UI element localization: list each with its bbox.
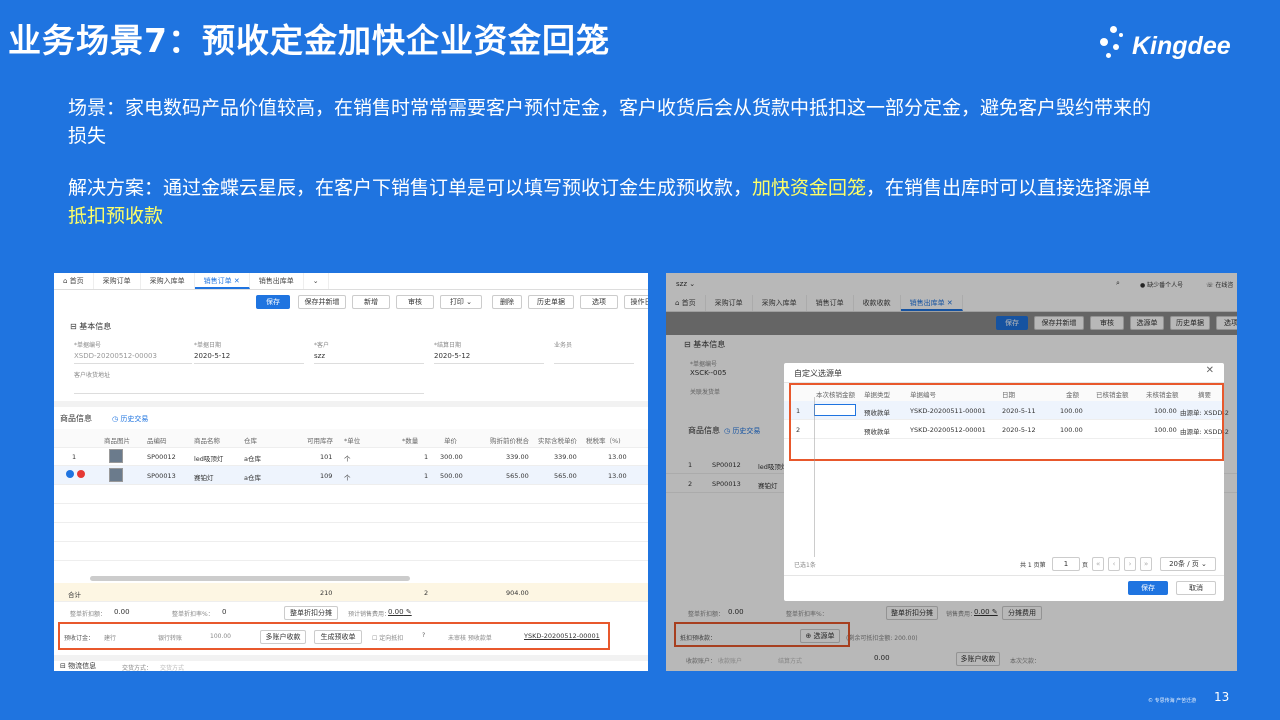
address-label: 客户收货地址 — [74, 372, 111, 379]
delete-row-icon[interactable] — [77, 470, 85, 478]
scenario-text: 场景：家电数码产品价值较高，在销售时常常需要客户预付定金，客户收货后会从货款中抵… — [68, 97, 1152, 147]
log-button[interactable]: 操作日 — [624, 295, 648, 309]
toolbar: 保存 保存并新增 新增 审核 打印 ⌄ 删除 历史单据 选项 操作日 — [54, 295, 648, 311]
history-button[interactable]: 历史单据 — [528, 295, 574, 309]
page-number: 13 — [1214, 690, 1230, 704]
first-page-icon[interactable]: « — [1092, 557, 1104, 571]
table-row[interactable]: SP00013 赛铂灯 a仓库 109 个 1 500.00 565.00 56… — [54, 466, 648, 485]
sales-order-screenshot: ⌂ 首页 采购订单 采购入库单 销售订单 ✕ 销售出库单 ⌄ 保存 保存并新增 … — [54, 273, 648, 671]
pager-label: 共 1 页第 — [1020, 562, 1046, 569]
last-page-icon[interactable]: » — [1140, 557, 1152, 571]
history-trade-link[interactable]: ◷ 历史交易 — [112, 414, 148, 424]
source-rows-callout — [789, 383, 1224, 461]
bill-no-value: XSDD-20200512-00003 — [74, 352, 157, 360]
discount-rate-label: 整单折扣率%： — [172, 611, 214, 618]
dialog-cancel-button[interactable]: 取消 — [1176, 581, 1216, 595]
history-icon: ◷ — [112, 415, 119, 423]
deposit-callout — [58, 622, 610, 650]
new-button[interactable]: 新增 — [352, 295, 390, 309]
page-suffix: 页 — [1082, 562, 1089, 569]
settle-date-input[interactable]: 2020-5-12 — [434, 352, 470, 360]
goods-table-header: 商品图片 品编码 商品名称 仓库 可用库存 *单位 *数量 单价 购折前价税合 … — [54, 429, 648, 448]
ship-label: 交货方式： — [122, 665, 153, 671]
chevron-down-icon[interactable]: ⌄ — [304, 273, 329, 289]
discount-label: 整单折扣额： — [70, 611, 107, 618]
customer-input[interactable]: szz — [314, 352, 325, 360]
salesman-label: 业务员 — [554, 342, 573, 349]
goods-info-title: 商品信息 — [60, 414, 92, 423]
discount-split-button[interactable]: 整单折扣分摊 — [284, 606, 338, 620]
bill-date-input[interactable]: 2020-5-12 — [194, 352, 230, 360]
prev-page-icon[interactable]: ‹ — [1108, 557, 1120, 571]
horizontal-scrollbar[interactable] — [90, 576, 410, 581]
ship-input[interactable]: 交货方式 — [160, 663, 184, 671]
tab-sales-outbound[interactable]: 销售出库单 — [250, 273, 304, 289]
customer-label: *客户 — [314, 342, 330, 349]
save-and-new-button[interactable]: 保存并新增 — [298, 295, 346, 309]
highlight-fund-recovery: 加快资金回笼 — [752, 177, 867, 199]
selected-count: 已选1条 — [794, 562, 816, 569]
options-button[interactable]: 选项 — [580, 295, 618, 309]
tab-purchase-order[interactable]: 采购订单 — [94, 273, 141, 289]
next-page-icon[interactable]: › — [1124, 557, 1136, 571]
logo-text: Kingdee — [1132, 32, 1231, 60]
sales-fee-label: 预计销售费用： — [348, 611, 391, 618]
total-row: 合计 210 2 904.00 — [54, 583, 648, 602]
discount-rate-input[interactable]: 0 — [222, 608, 226, 616]
solution-text: 解决方案：通过金蝶云星辰，在客户下销售订单是可以填写预收订金生成预收款，加快资金… — [68, 177, 1152, 227]
dialog-title: 自定义选源单 — [794, 369, 842, 378]
basic-info-title: ⊟ 基本信息 — [70, 322, 112, 331]
save-button[interactable]: 保存 — [256, 295, 290, 309]
highlight-offset-advance: 抵扣预收款 — [68, 205, 164, 227]
tab-sales-order[interactable]: 销售订单 ✕ — [194, 273, 250, 289]
bill-no-label: *单据编号 — [74, 342, 102, 349]
add-row-icon[interactable] — [66, 470, 74, 478]
product-image — [109, 468, 123, 482]
tab-bar: ⌂ 首页 采购订单 采购入库单 销售订单 ✕ 销售出库单 ⌄ — [54, 273, 648, 290]
page-input[interactable]: 1 — [1052, 557, 1080, 571]
select-source-dialog: 自定义选源单 ✕ 本次核销金额 单据类型 单据编号 日期 金额 已核销金额 未核… — [784, 363, 1229, 601]
product-image — [109, 449, 123, 463]
audit-button[interactable]: 审核 — [396, 295, 434, 309]
tab-purchase-receipt[interactable]: 采购入库单 — [141, 273, 195, 289]
logistics-title: ⊟ 物流信息 — [60, 662, 97, 670]
sales-outbound-screenshot: szz ⌄ ⌕ ● 缺少番个人号 ☏ 在线咨 ⌂ 首页 采购订单 采购入库单 销… — [666, 273, 1237, 671]
discount-input[interactable]: 0.00 — [114, 608, 130, 616]
footer-brand: © 专思传海 产苦迁游 — [1148, 698, 1197, 704]
tab-home[interactable]: ⌂ 首页 — [54, 273, 94, 289]
table-row[interactable]: 1 SP00012 led吸顶灯 a仓库 101 个 1 300.00 339.… — [54, 447, 648, 466]
delete-button[interactable]: 删除 — [492, 295, 522, 309]
chevron-down-icon: ⌄ — [466, 298, 473, 306]
page-size-select[interactable]: 20条 / 页 ⌄ — [1160, 557, 1216, 571]
slide-title: 业务场景7：预收定金加快企业资金回笼 — [8, 21, 610, 60]
kingdee-logo: Kingdee — [1096, 22, 1246, 72]
close-icon[interactable]: ✕ — [1206, 365, 1214, 376]
print-button[interactable]: 打印 ⌄ — [440, 295, 482, 309]
settle-date-label: *结算日期 — [434, 342, 462, 349]
dialog-save-button[interactable]: 保存 — [1128, 581, 1168, 595]
bill-date-label: *单据日期 — [194, 342, 222, 349]
sales-fee-value[interactable]: 0.00 ✎ — [388, 608, 412, 616]
